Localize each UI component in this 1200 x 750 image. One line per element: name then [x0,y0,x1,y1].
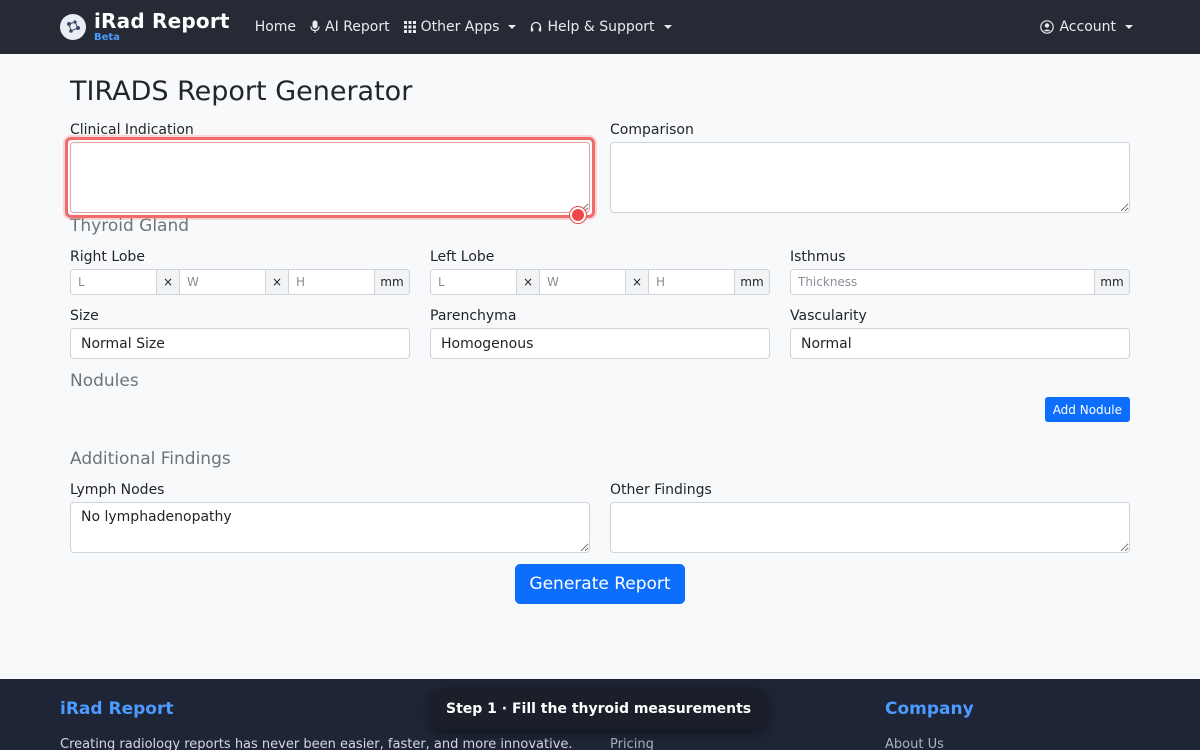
parenchyma-select[interactable]: Homogenous [430,328,770,359]
nav-other-apps[interactable]: Other Apps [397,19,524,35]
nav-home-label: Home [254,19,297,35]
account-menu[interactable]: Account [1033,19,1140,35]
nav-ai-report[interactable]: AI Report [303,19,397,35]
focus-indicator-dot [570,207,586,223]
add-nodule-button[interactable]: Add Nodule [1044,397,1130,422]
comparison-label: Comparison [610,122,694,138]
unit-mm: mm [734,270,769,294]
footer-company-heading: Company [885,699,974,719]
step-toast: Step 1 · Fill the thyroid measurements [430,689,768,729]
times-separator: × [156,270,180,294]
footer-description: Creating radiology reports has never bee… [60,737,573,750]
isthmus-thickness-input[interactable] [791,270,1094,294]
left-lobe-length-input[interactable] [431,270,516,294]
clinical-indication-wrapper [65,137,595,223]
other-findings-label: Other Findings [610,482,712,498]
footer-link-pricing[interactable]: Pricing [610,737,654,750]
additional-findings-section-title: Additional Findings [70,449,231,469]
other-findings-input[interactable] [610,502,1130,553]
size-label: Size [70,308,99,324]
left-lobe-input-group: × × mm [430,269,770,295]
nav-help-support-label: Help & Support [547,19,655,35]
isthmus-input-group: mm [790,269,1130,295]
nav-help-support[interactable]: Help & Support [523,19,678,35]
parenchyma-label: Parenchyma [430,308,517,324]
right-lobe-height-input[interactable] [289,270,374,294]
times-separator: × [265,270,289,294]
nodules-section-title: Nodules [70,371,139,391]
chevron-down-icon [663,25,672,29]
nav-other-apps-label: Other Apps [420,19,500,35]
chevron-down-icon [508,25,517,29]
left-lobe-width-input[interactable] [540,270,625,294]
clinical-indication-label: Clinical Indication [70,122,194,138]
brand-name: iRad Report [94,9,230,33]
unit-mm: mm [1094,270,1129,294]
right-lobe-input-group: × × mm [70,269,410,295]
generate-report-button[interactable]: Generate Report [515,564,685,604]
unit-mm: mm [374,270,409,294]
clinical-indication-input[interactable] [70,142,590,213]
size-select[interactable]: Normal Size [70,328,410,359]
times-separator: × [625,270,649,294]
beta-badge: Beta [94,32,120,43]
main-content: TIRADS Report Generator Clinical Indicat… [0,54,1200,604]
lymph-nodes-input[interactable]: No lymphadenopathy [70,502,590,553]
left-lobe-height-input[interactable] [649,270,734,294]
nav-home[interactable]: Home [248,19,303,35]
grid-icon [403,21,416,33]
left-lobe-label: Left Lobe [430,249,495,265]
lymph-nodes-label: Lymph Nodes [70,482,165,498]
microphone-icon [310,20,320,33]
times-separator: × [516,270,540,294]
top-navbar: iRad Report Beta Home AI Report Other Ap… [0,0,1200,54]
right-lobe-width-input[interactable] [180,270,265,294]
footer-brand: iRad Report [60,699,174,719]
isthmus-label: Isthmus [790,249,846,265]
thyroid-gland-section-title: Thyroid Gland [70,216,190,236]
brand-logo-icon [60,14,86,40]
chevron-down-icon [1125,25,1133,29]
comparison-input[interactable] [610,142,1130,213]
footer-link-about[interactable]: About Us [885,737,944,750]
nav-ai-report-label: AI Report [325,19,390,35]
headset-icon [531,21,542,32]
nav-right: Account [1033,19,1140,35]
nav-links: Home AI Report Other Apps Help & Support [248,19,679,35]
page-title: TIRADS Report Generator [70,76,413,107]
right-lobe-length-input[interactable] [71,270,156,294]
account-label: Account [1059,19,1116,35]
right-lobe-label: Right Lobe [70,249,145,265]
vascularity-select[interactable]: Normal [790,328,1130,359]
vascularity-label: Vascularity [790,308,867,324]
user-circle-icon [1040,20,1055,34]
brand[interactable]: iRad Report Beta [60,11,230,43]
